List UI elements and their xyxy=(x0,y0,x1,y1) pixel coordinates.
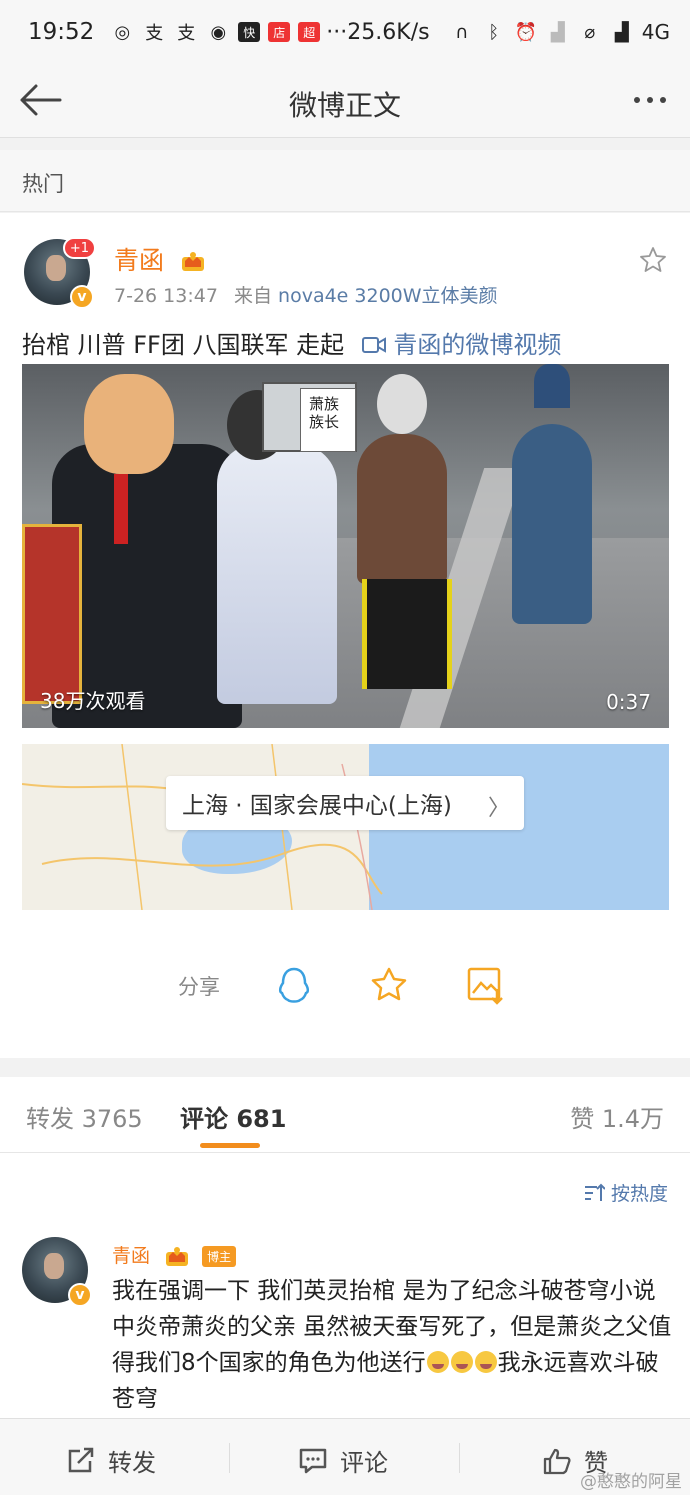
video-link[interactable]: 青函的微博视频 xyxy=(361,331,562,359)
avatar-plus-badge: +1 xyxy=(62,237,96,259)
signal-icon: ▟ xyxy=(614,21,629,43)
favorite-star-icon[interactable] xyxy=(367,963,411,1007)
save-image-icon[interactable] xyxy=(463,963,507,1007)
figure-bare-chest xyxy=(357,434,447,584)
status-time: 19:52 xyxy=(28,19,95,45)
post-from-label: 来自 xyxy=(233,285,272,307)
headphone-icon: ∩ xyxy=(455,21,469,43)
watermark: @憨憨的阿星 xyxy=(580,1472,682,1492)
avatar-face xyxy=(44,1253,64,1279)
signal-weak-icon: ▟ xyxy=(550,21,565,43)
interaction-tabs: 转发 3765 评论 681 赞 1.4万 xyxy=(0,1077,690,1153)
repost-icon xyxy=(68,1447,94,1472)
author-badge: 博主 xyxy=(202,1246,237,1267)
comment-label: 评论 xyxy=(340,1449,388,1477)
coffin-sign: 萧族族长 xyxy=(300,388,356,452)
figure-suit-head xyxy=(84,374,174,474)
weibo-icon: ◉ xyxy=(210,21,227,43)
status-system-icons: ∩ ᛒ ⏰ ▟ ⌀ ▟ 4G xyxy=(450,20,670,44)
post-source[interactable]: nova4e 3200W立体美颜 xyxy=(278,285,498,307)
video-link-label: 青函的微博视频 xyxy=(393,331,562,359)
netease-icon: ◎ xyxy=(114,21,131,43)
post-card: +1 v 青函 7-26 13:47 来自 nova4e 3200W立体美颜 抬… xyxy=(0,213,690,1058)
bottom-action-bar: 转发 评论 赞 @憨憨的阿星 xyxy=(0,1418,690,1495)
alipay-icon-2: 支 xyxy=(177,23,196,44)
crying-emoji-icon xyxy=(450,1351,473,1373)
chevron-right-icon: 〉 xyxy=(487,796,510,821)
repost-label: 转发 xyxy=(108,1449,156,1477)
location-label: 上海 · 国家会展中心(上海) xyxy=(182,793,452,819)
avatar-face xyxy=(46,255,66,281)
figure-blue-robe xyxy=(512,424,592,624)
more-dot-icon xyxy=(660,97,666,103)
comment-avatar[interactable]: v xyxy=(22,1237,92,1307)
more-options-button[interactable] xyxy=(626,78,674,122)
divider xyxy=(459,1443,460,1473)
vip-crown-icon xyxy=(181,252,204,271)
comment-author-name: 青函 xyxy=(112,1245,151,1267)
verified-badge-icon: v xyxy=(68,1283,92,1307)
tab-repost[interactable]: 转发 3765 xyxy=(26,1099,143,1134)
location-pill[interactable]: 上海 · 国家会展中心(上海) 〉 xyxy=(166,776,524,830)
status-notification-icons: ◎ 支 支 ◉ 快 店 超 xyxy=(110,20,321,44)
tab-comment[interactable]: 评论 681 xyxy=(180,1099,286,1134)
figure-blue-hat xyxy=(534,364,570,408)
vip-crown-icon xyxy=(166,1246,189,1266)
post-text: 抬棺 川普 FF团 八国联军 走起 青函的微博视频 xyxy=(22,325,561,360)
verified-badge-icon: v xyxy=(70,285,94,309)
section-label: 热门 xyxy=(0,150,690,212)
figure-bare-chest-head xyxy=(377,374,427,434)
comment-author[interactable]: 青函 博主 xyxy=(112,1241,237,1268)
super-icon: 超 xyxy=(298,22,321,42)
comment-icon xyxy=(299,1448,327,1473)
comment-text: 我在强调一下 我们英灵抬棺 是为了纪念斗破苍穹小说中炎帝萧炎的父亲 虽然被天蚕写… xyxy=(112,1273,672,1417)
comments-section: 按热度 v 青函 博主 我在强调一下 我们英灵抬棺 是为了纪念斗破苍穹小说中炎帝… xyxy=(0,1153,690,1418)
more-dot-icon xyxy=(647,97,653,103)
status-bar: 19:52 ◎ 支 支 ◉ 快 店 超 ···25.6K/s ∩ ᛒ ⏰ ▟ ⌀… xyxy=(0,0,690,64)
banner-flag xyxy=(22,524,82,704)
sort-icon xyxy=(584,1183,605,1201)
figure-bare-chest-legs xyxy=(362,579,452,689)
net-speed: ···25.6K/s xyxy=(326,19,430,45)
avatar[interactable]: +1 v xyxy=(24,237,96,309)
figure-suit-tie xyxy=(114,474,128,544)
divider xyxy=(229,1443,230,1473)
wifi-off-icon: ⌀ xyxy=(584,21,596,43)
nav-bar: 微博正文 xyxy=(0,64,690,138)
video-duration: 0:37 xyxy=(606,690,651,714)
video-player[interactable]: 萧族族长 38万次观看 0:37 xyxy=(22,364,669,728)
more-dot-icon xyxy=(634,97,640,103)
post-author[interactable]: 青函 xyxy=(114,241,206,277)
qq-icon[interactable] xyxy=(272,963,316,1007)
bluetooth-icon: ᛒ xyxy=(488,21,500,43)
favorite-star-icon[interactable] xyxy=(638,245,668,275)
share-row: 分享 xyxy=(0,963,690,1013)
comment-button[interactable]: 评论 xyxy=(298,1443,388,1478)
page-title: 微博正文 xyxy=(288,89,401,122)
thumbs-up-icon xyxy=(543,1448,571,1474)
alipay-icon: 支 xyxy=(145,23,164,44)
crying-emoji-icon xyxy=(426,1351,449,1373)
crying-emoji-icon xyxy=(474,1351,497,1373)
post-body: 抬棺 川普 FF团 八国联军 走起 xyxy=(22,331,345,359)
location-map[interactable]: 上海 · 国家会展中心(上海) 〉 xyxy=(22,744,669,910)
sort-by-hot-button[interactable]: 按热度 xyxy=(583,1179,668,1206)
video-camera-icon xyxy=(361,337,386,353)
share-label: 分享 xyxy=(178,975,220,999)
post-time: 7-26 13:47 xyxy=(114,285,218,307)
store-icon: 店 xyxy=(268,22,291,42)
tab-like[interactable]: 赞 1.4万 xyxy=(570,1099,664,1134)
video-views: 38万次观看 xyxy=(40,689,146,713)
kuaishou-icon: 快 xyxy=(238,22,261,42)
post-meta: 7-26 13:47 来自 nova4e 3200W立体美颜 xyxy=(114,281,498,308)
network-type: 4G xyxy=(641,20,670,44)
figure-white-dress xyxy=(217,444,337,704)
repost-button[interactable]: 转发 xyxy=(66,1443,156,1478)
sort-label: 按热度 xyxy=(610,1183,668,1205)
alarm-icon: ⏰ xyxy=(514,21,537,43)
post-author-name: 青函 xyxy=(114,246,165,275)
tab-underline xyxy=(200,1143,260,1148)
